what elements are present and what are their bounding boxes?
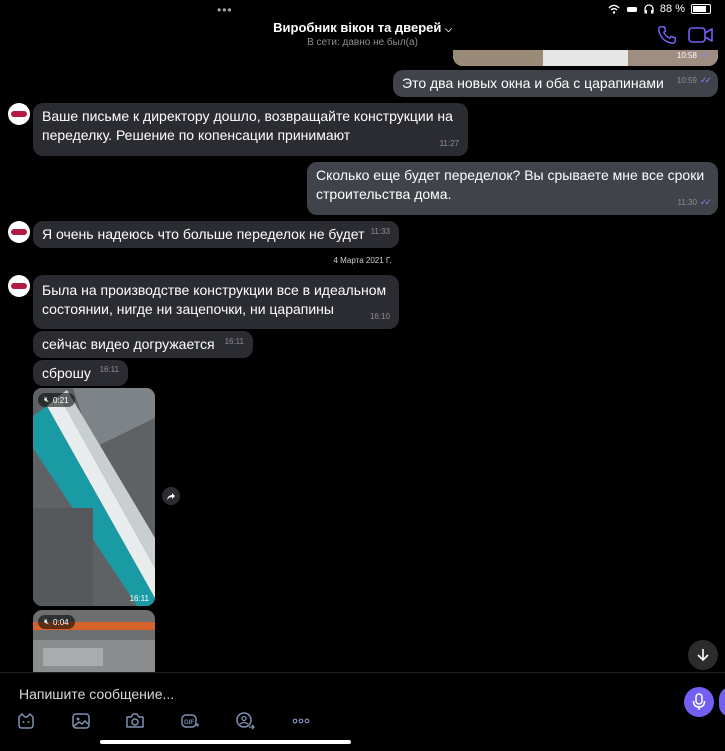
chat-subtitle: В сети: давно не был(а) <box>307 37 418 48</box>
incoming-message[interactable]: сейчас видео догружается 16:11 <box>33 331 253 358</box>
video-message[interactable]: 🔇︎ 0:21 16:11 <box>33 388 155 606</box>
video-call-icon[interactable] <box>688 24 714 46</box>
contact-avatar[interactable] <box>8 103 30 125</box>
arrow-down-icon <box>697 649 709 662</box>
chat-title[interactable]: Виробник вікон та дверей ⌵ <box>0 20 725 35</box>
read-ticks-icon: ✓✓ <box>699 197 712 207</box>
message-time: 10:58 ✓✓ <box>677 50 712 65</box>
outgoing-message[interactable]: Сколько еще будет переделок? Вы срываете… <box>307 162 718 215</box>
date-separator: 4 Марта 2021 Г. <box>333 256 392 265</box>
message-text: Ваше письме к директору дошло, возвращай… <box>42 108 453 143</box>
video-duration: 0:21 <box>53 395 69 405</box>
video-duration: 0:04 <box>53 617 69 627</box>
message-time: 16:11 <box>99 365 119 374</box>
svg-text:GIF: GIF <box>184 720 194 726</box>
muted-speaker-icon[interactable]: 🔇︎ <box>44 617 49 627</box>
video-message[interactable]: 🔇︎ 0:04 <box>33 610 155 672</box>
chat-header: Виробник вікон та дверей ⌵ В сети: давно… <box>0 18 725 54</box>
message-time: 10:59 ✓✓ <box>677 71 712 90</box>
message-text: Это два новых окна и оба с царапинами <box>402 75 664 91</box>
message-time: 16:11 <box>129 594 149 603</box>
sticker-icon[interactable] <box>16 711 36 731</box>
video-duration-badge: 🔇︎ 0:21 <box>38 393 75 407</box>
incoming-message[interactable]: Ваше письме к директору дошло, возвращай… <box>33 103 468 156</box>
video-thumbnail <box>33 388 155 606</box>
message-time: 11:33 <box>370 227 390 236</box>
microphone-icon <box>692 693 706 710</box>
gallery-icon[interactable] <box>71 711 91 731</box>
car-icon <box>626 7 637 12</box>
message-input[interactable] <box>17 683 621 705</box>
camera-icon[interactable] <box>125 711 145 731</box>
message-text: Была на производстве конструкции все в и… <box>42 282 387 317</box>
company-logo-icon <box>11 229 27 235</box>
battery-percent: 88 % <box>659 3 685 15</box>
read-ticks-icon: ✓✓ <box>699 50 712 60</box>
status-bar: ••• 88 % <box>0 0 725 18</box>
contact-avatar[interactable] <box>8 221 30 243</box>
message-text: Я очень надеюсь что больше переделок не … <box>42 226 365 242</box>
image-message[interactable]: 10:58 ✓✓ <box>453 50 718 66</box>
incoming-message[interactable]: Я очень надеюсь что больше переделок не … <box>33 221 399 248</box>
chevron-down-icon[interactable]: ⌵ <box>445 24 452 34</box>
scroll-to-bottom-button[interactable] <box>688 640 718 670</box>
more-options-icon[interactable] <box>291 711 311 731</box>
forward-icon[interactable] <box>162 487 180 505</box>
incoming-message[interactable]: сброшу 16:11 <box>33 360 128 386</box>
read-ticks-icon: ✓✓ <box>699 75 712 85</box>
contact-avatar[interactable] <box>8 275 30 297</box>
gif-icon[interactable]: GIF <box>180 711 200 731</box>
incoming-message[interactable]: Была на производстве конструкции все в и… <box>33 275 399 329</box>
status-indicators: 88 % <box>608 3 711 15</box>
phone-call-icon[interactable] <box>656 24 678 46</box>
headphones-icon <box>644 4 654 14</box>
multitasking-dots-icon[interactable]: ••• <box>217 3 233 17</box>
wifi-icon <box>608 4 620 14</box>
message-time: 16:10 <box>369 312 390 321</box>
company-logo-icon <box>11 111 27 117</box>
voice-message-button[interactable] <box>684 687 714 717</box>
message-time: 16:11 <box>224 337 244 346</box>
home-indicator[interactable] <box>100 740 351 744</box>
video-duration-badge: 🔇︎ 0:04 <box>38 615 75 629</box>
battery-icon <box>691 4 711 14</box>
company-logo-icon <box>11 283 27 289</box>
message-text: Сколько еще будет переделок? Вы срываете… <box>316 167 705 202</box>
message-time: 11:30 ✓✓ <box>677 193 712 212</box>
share-contact-icon[interactable] <box>235 711 255 731</box>
message-time: 11:27 <box>439 139 459 148</box>
message-text: сейчас видео догружается <box>42 336 215 352</box>
outgoing-message[interactable]: Это два новых окна и оба с царапинами 10… <box>393 70 718 97</box>
muted-speaker-icon[interactable]: 🔇︎ <box>44 395 49 405</box>
